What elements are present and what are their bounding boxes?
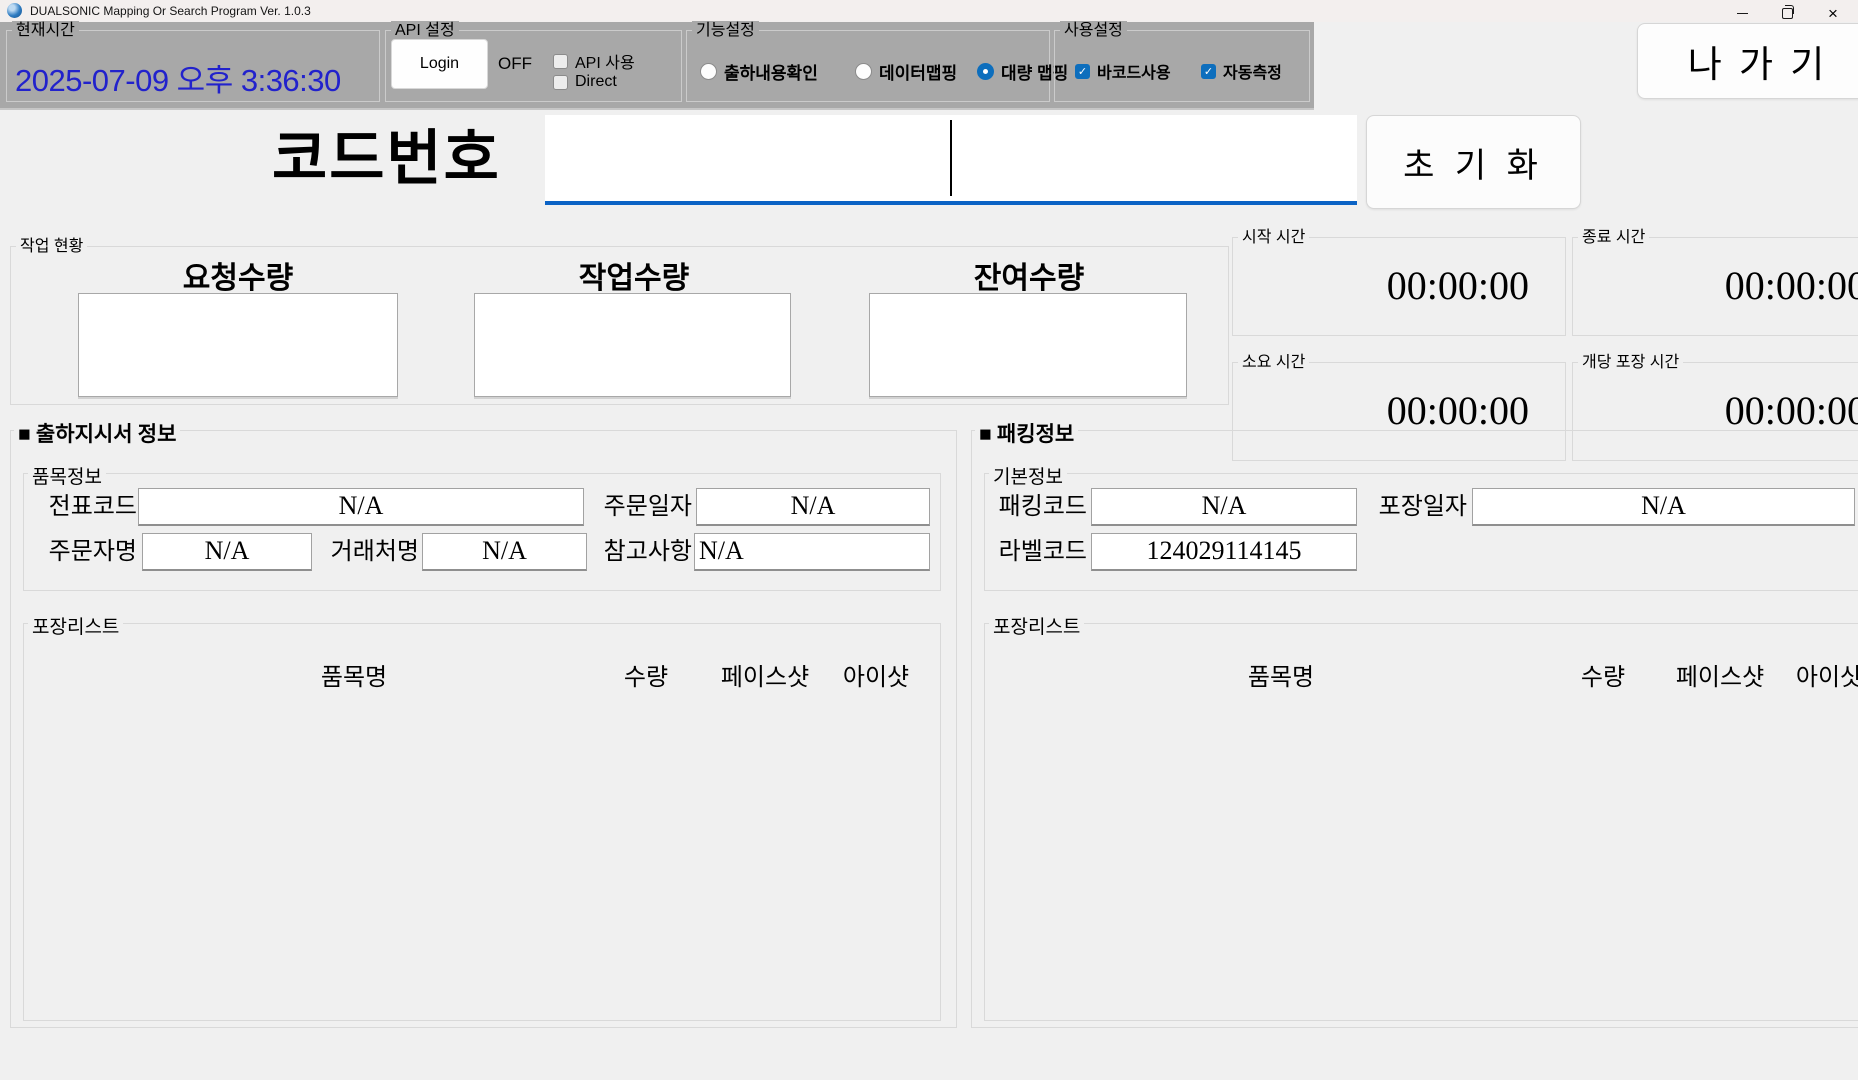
radio-data-mapping-label: 데이터맵핑	[879, 59, 957, 84]
slip-code-field[interactable]: N/A	[138, 488, 584, 526]
label-code-label: 라벨코드	[993, 533, 1087, 571]
checkbox-unchecked-icon	[553, 75, 568, 90]
check-icon: ✓	[1204, 65, 1213, 78]
text-caret	[950, 120, 952, 196]
current-time-group-label: 현재시간	[12, 21, 79, 40]
api-status-text: OFF	[498, 54, 532, 74]
per-unit-packing-time-value: 00:00:00	[1725, 387, 1858, 434]
worked-qty-label: 작업수량	[474, 253, 794, 297]
packing-code-field[interactable]: N/A	[1091, 488, 1357, 526]
column-header-face-shot: 페이스샷	[705, 657, 825, 692]
item-info-group-label: 품목정보	[28, 462, 106, 489]
code-number-label: 코드번호	[272, 110, 501, 197]
slip-code-label: 전표코드	[42, 488, 137, 526]
auto-measure-checkbox[interactable]: ✓ 자동측정	[1201, 59, 1282, 83]
shipping-packing-list-label: 포장리스트	[28, 612, 123, 639]
radio-data-mapping[interactable]: 데이터맵핑	[855, 59, 957, 84]
column-header-face-shot: 페이스샷	[1660, 657, 1780, 692]
requested-qty-label: 요청수량	[78, 253, 398, 297]
work-status-group: 작업 현황 요청수량 작업수량 잔여수량	[10, 246, 1229, 405]
checkbox-checked-icon: ✓	[1075, 64, 1090, 79]
usage-settings-group-label: 사용설정	[1060, 21, 1127, 40]
api-settings-group: API 설정 Login OFF API 사용 Direct	[385, 30, 682, 102]
api-use-checkbox-label: API 사용	[575, 49, 635, 73]
work-status-group-label: 작업 현황	[16, 237, 87, 256]
barcode-use-checkbox-label: 바코드사용	[1097, 59, 1171, 83]
minimize-icon	[1737, 13, 1748, 15]
direct-checkbox[interactable]: Direct	[553, 73, 617, 91]
column-header-qty: 수량	[601, 657, 691, 692]
note-label: 참고사항	[598, 533, 692, 571]
function-settings-group: 기능설정 출하내용확인 데이터맵핑 대량 맵핑	[686, 30, 1050, 102]
title-bar: DUALSONIC Mapping Or Search Program Ver.…	[0, 0, 1858, 22]
item-info-group: 품목정보 전표코드 N/A 주문일자 N/A 주문자명 N/A 거래처명 N/A…	[23, 473, 941, 591]
per-unit-packing-time-label: 개당 포장 시간	[1578, 353, 1683, 372]
current-time-value: 2025-07-09 오후 3:36:30	[15, 55, 373, 100]
shipping-info-section-title: ■ 출하지시서 정보	[14, 418, 180, 448]
remaining-qty-value	[869, 293, 1187, 397]
radio-shipping-check-label: 출하내용확인	[724, 59, 818, 84]
barcode-use-checkbox[interactable]: ✓ 바코드사용	[1075, 59, 1171, 83]
requested-qty-value	[78, 293, 398, 397]
end-time-label: 종료 시간	[1578, 228, 1649, 247]
direct-checkbox-label: Direct	[575, 73, 617, 91]
radio-shipping-check[interactable]: 출하내용확인	[700, 59, 818, 84]
column-header-qty: 수량	[1558, 657, 1648, 692]
note-field[interactable]: N/A	[694, 533, 930, 571]
elapsed-time-value: 00:00:00	[1387, 387, 1529, 434]
code-number-input[interactable]	[545, 115, 1357, 205]
radio-unselected-icon	[855, 63, 872, 80]
current-time-group: 현재시간 2025-07-09 오후 3:36:30	[6, 30, 380, 102]
start-time-label: 시작 시간	[1238, 228, 1309, 247]
packing-code-label: 패킹코드	[993, 488, 1087, 526]
packing-packing-list-label: 포장리스트	[989, 612, 1084, 639]
restore-icon	[1782, 8, 1793, 19]
packing-date-field[interactable]: N/A	[1472, 488, 1855, 526]
app-window: DUALSONIC Mapping Or Search Program Ver.…	[0, 0, 1858, 1080]
api-settings-group-label: API 설정	[391, 21, 459, 40]
function-settings-group-label: 기능설정	[692, 21, 759, 40]
close-icon: ×	[1828, 5, 1838, 22]
end-time-group: 종료 시간 00:00:00	[1572, 237, 1858, 336]
radio-unselected-icon	[700, 63, 717, 80]
usage-settings-group: 사용설정 ✓ 바코드사용 ✓ 자동측정	[1054, 30, 1310, 102]
packing-info-section: ■ 패킹정보 기본정보 패킹코드 N/A 포장일자 N/A 라벨코드 12402…	[971, 430, 1858, 1028]
reset-button[interactable]: 초 기 화	[1366, 115, 1581, 209]
customer-name-label: 거래처명	[324, 533, 419, 571]
check-icon: ✓	[1078, 65, 1087, 78]
auto-measure-checkbox-label: 자동측정	[1223, 59, 1282, 83]
packing-info-section-title: ■ 패킹정보	[975, 418, 1078, 448]
start-time-value: 00:00:00	[1387, 262, 1529, 309]
settings-panel: 현재시간 2025-07-09 오후 3:36:30 API 설정 Login …	[0, 22, 1314, 110]
checkbox-checked-icon: ✓	[1201, 64, 1216, 79]
basic-info-group: 기본정보 패킹코드 N/A 포장일자 N/A 라벨코드 124029114145	[984, 473, 1858, 591]
column-header-item-name: 품목명	[274, 657, 434, 692]
exit-button[interactable]: 나 가 기	[1637, 23, 1858, 99]
order-date-label: 주문일자	[596, 488, 692, 526]
basic-info-group-label: 기본정보	[989, 462, 1067, 489]
start-time-group: 시작 시간 00:00:00	[1232, 237, 1566, 336]
radio-selected-icon	[977, 63, 994, 80]
shipping-info-section: ■ 출하지시서 정보 품목정보 전표코드 N/A 주문일자 N/A 주문자명 N…	[10, 430, 957, 1028]
worked-qty-value	[474, 293, 791, 397]
window-title: DUALSONIC Mapping Or Search Program Ver.…	[30, 4, 311, 18]
column-header-item-name: 품목명	[1201, 657, 1361, 692]
api-use-checkbox[interactable]: API 사용	[553, 49, 635, 73]
column-header-eye-shot: 아이샷	[1774, 657, 1858, 692]
checkbox-unchecked-icon	[553, 54, 568, 69]
order-date-field[interactable]: N/A	[696, 488, 930, 526]
login-button[interactable]: Login	[391, 39, 488, 89]
customer-name-field[interactable]: N/A	[422, 533, 587, 571]
packing-packing-list-group: 포장리스트 품목명 수량 페이스샷 아이샷	[984, 623, 1858, 1021]
shipping-packing-list-group: 포장리스트 품목명 수량 페이스샷 아이샷	[23, 623, 941, 1021]
label-code-field[interactable]: 124029114145	[1091, 533, 1357, 571]
app-icon	[7, 3, 22, 18]
column-header-eye-shot: 아이샷	[821, 657, 931, 692]
packing-date-label: 포장일자	[1373, 488, 1467, 526]
end-time-value: 00:00:00	[1725, 262, 1858, 309]
orderer-name-label: 주문자명	[42, 533, 137, 571]
elapsed-time-label: 소요 시간	[1238, 353, 1309, 372]
remaining-qty-label: 잔여수량	[869, 253, 1189, 297]
orderer-name-field[interactable]: N/A	[142, 533, 312, 571]
